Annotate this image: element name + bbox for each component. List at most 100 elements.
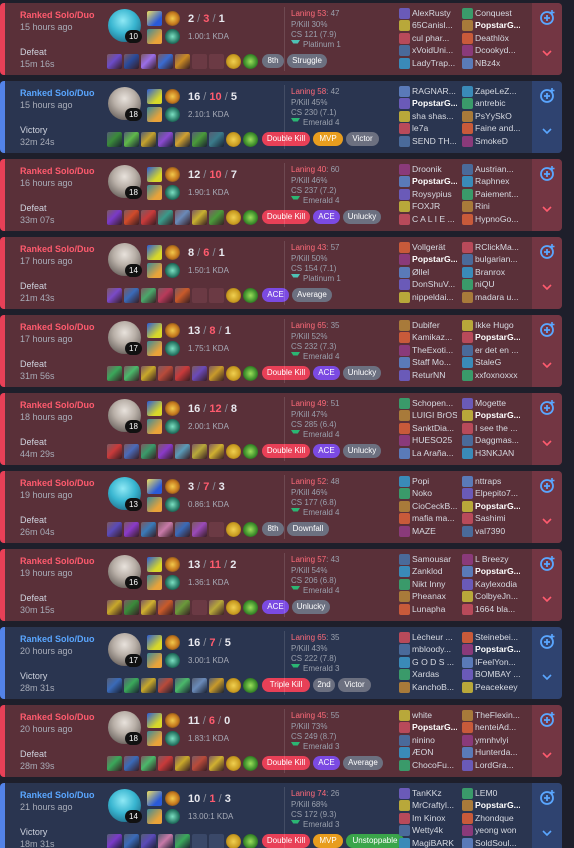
player-name[interactable]: Peacekeey [475,682,520,692]
team-player[interactable]: Elpepito7... [462,487,522,500]
item-icon[interactable] [209,600,224,615]
match-row[interactable]: Ranked Solo/Duo 17 hours ago Defeat 21m 43s… [0,237,562,309]
item-icon[interactable] [107,600,122,615]
item-icon[interactable] [158,522,173,537]
player-name[interactable]: SEND TH... [412,136,457,146]
team-player[interactable]: LadyTrap... [399,57,459,69]
player-name[interactable]: H3NKJAN [475,448,520,458]
summoner-spell-2-icon[interactable] [147,497,162,512]
player-name[interactable]: xVoidUni... [412,45,457,55]
item-icon[interactable] [124,756,139,771]
team-player[interactable]: er det en ... [462,344,522,356]
player-name[interactable]: Wetty4k [412,825,457,835]
team-player[interactable]: cul phar... [399,32,459,44]
player-name[interactable]: bulgarian... [475,254,520,264]
player-name[interactable]: Vollgerät [412,242,457,252]
primary-rune-icon[interactable] [165,557,180,572]
team-player[interactable]: StaleG [462,356,522,369]
primary-rune-icon[interactable] [165,401,180,416]
team-player[interactable]: mafia ma... [399,512,459,525]
player-name[interactable]: StaleG [475,357,520,367]
summoner-spell-1-icon[interactable] [147,89,162,104]
team-player[interactable]: Mogette [462,397,522,409]
player-name[interactable]: nippeldai... [412,292,457,302]
team-player[interactable]: LordGra... [462,759,522,771]
match-row[interactable]: Ranked Solo/Duo 21 hours ago Victory 18m 31… [0,783,562,848]
player-name[interactable]: PopstarG... [475,644,520,654]
add-match-button[interactable] [539,632,557,650]
secondary-rune-icon[interactable] [165,29,180,44]
item-icon[interactable] [158,834,173,848]
player-name[interactable]: Ikke Hugo [475,320,520,330]
team-player[interactable]: Faine and... [462,122,522,135]
team-player[interactable]: Ikke Hugo [462,319,522,331]
player-name[interactable]: SoldSoul... [475,838,520,848]
item-icon[interactable] [175,210,190,225]
player-name[interactable]: TheExoti... [412,345,457,355]
item-icon[interactable] [141,288,156,303]
team-player[interactable]: TheFlexin... [462,709,522,721]
item-icon[interactable] [141,678,156,693]
player-name[interactable]: HypnoGo... [475,214,520,224]
team-player[interactable]: PopstarG... [462,799,522,812]
team-player[interactable]: H3NKJAN [462,447,522,459]
match-row[interactable]: Ranked Solo/Duo 15 hours ago Victory 32m 24… [0,81,562,153]
team-player[interactable]: CioCeckB... [399,500,459,512]
control-ward-icon[interactable] [243,288,258,303]
player-name[interactable]: val7390 [475,526,520,536]
player-name[interactable]: PopstarG... [475,410,520,420]
item-icon[interactable] [141,600,156,615]
item-icon[interactable] [124,210,139,225]
item-icon[interactable] [124,600,139,615]
summoner-spell-2-icon[interactable] [147,29,162,44]
player-name[interactable]: yeong won [475,825,520,835]
item-icon[interactable] [175,678,190,693]
player-name[interactable]: Dcookyd... [475,45,520,55]
player-name[interactable]: xxfoxnoxxx [475,370,520,380]
item-icon[interactable] [192,678,207,693]
trinket-ward-icon[interactable] [226,288,241,303]
add-match-button[interactable] [539,86,557,104]
item-icon[interactable] [141,834,156,848]
team-player[interactable]: PopstarG... [462,565,522,578]
player-name[interactable]: ColbyeJn... [475,591,520,601]
secondary-rune-icon[interactable] [165,653,180,668]
player-name[interactable]: Zhondque [475,813,520,823]
team-player[interactable]: HypnoGo... [462,213,522,225]
player-name[interactable]: KanchoB... [412,682,457,692]
summoner-spell-2-icon[interactable] [147,185,162,200]
team-player[interactable]: SanktDia... [399,422,459,434]
item-icon[interactable] [209,366,224,381]
item-icon[interactable] [107,288,122,303]
item-icon[interactable] [107,678,122,693]
team-player[interactable]: FOXJR [399,200,459,213]
item-icon[interactable] [158,366,173,381]
secondary-rune-icon[interactable] [165,809,180,824]
team-player[interactable]: Conquest [462,7,522,19]
player-name[interactable]: mbloody... [412,644,457,654]
player-name[interactable]: Steinebei... [475,632,520,642]
team-player[interactable]: nippeldai... [399,291,459,303]
secondary-rune-icon[interactable] [165,263,180,278]
match-row[interactable]: Ranked Solo/Duo 15 hours ago Defeat 15m 16s… [0,3,562,75]
add-match-button[interactable] [539,164,557,182]
player-name[interactable]: Øllel [412,267,457,277]
primary-rune-icon[interactable] [165,791,180,806]
team-player[interactable]: Noko [399,487,459,500]
item-icon[interactable] [141,522,156,537]
player-name[interactable]: le7a [412,123,457,133]
match-row[interactable]: Ranked Solo/Duo 17 hours ago Defeat 31m 56s… [0,315,562,387]
team-player[interactable]: madara u... [462,291,522,303]
summoner-spell-2-icon[interactable] [147,263,162,278]
team-player[interactable]: ymnhvlyi [462,734,522,746]
team-player[interactable]: Zanklod [399,565,459,578]
team-player[interactable]: HUESO25 [399,434,459,447]
secondary-rune-icon[interactable] [165,341,180,356]
team-player[interactable]: Popi [399,475,459,487]
player-name[interactable]: Faine and... [475,123,520,133]
expand-chevron-icon[interactable] [537,502,557,540]
player-name[interactable]: white [412,710,457,720]
control-ward-icon[interactable] [243,522,258,537]
player-name[interactable]: LEM0 [475,788,520,798]
team-player[interactable]: Zhondque [462,812,522,824]
